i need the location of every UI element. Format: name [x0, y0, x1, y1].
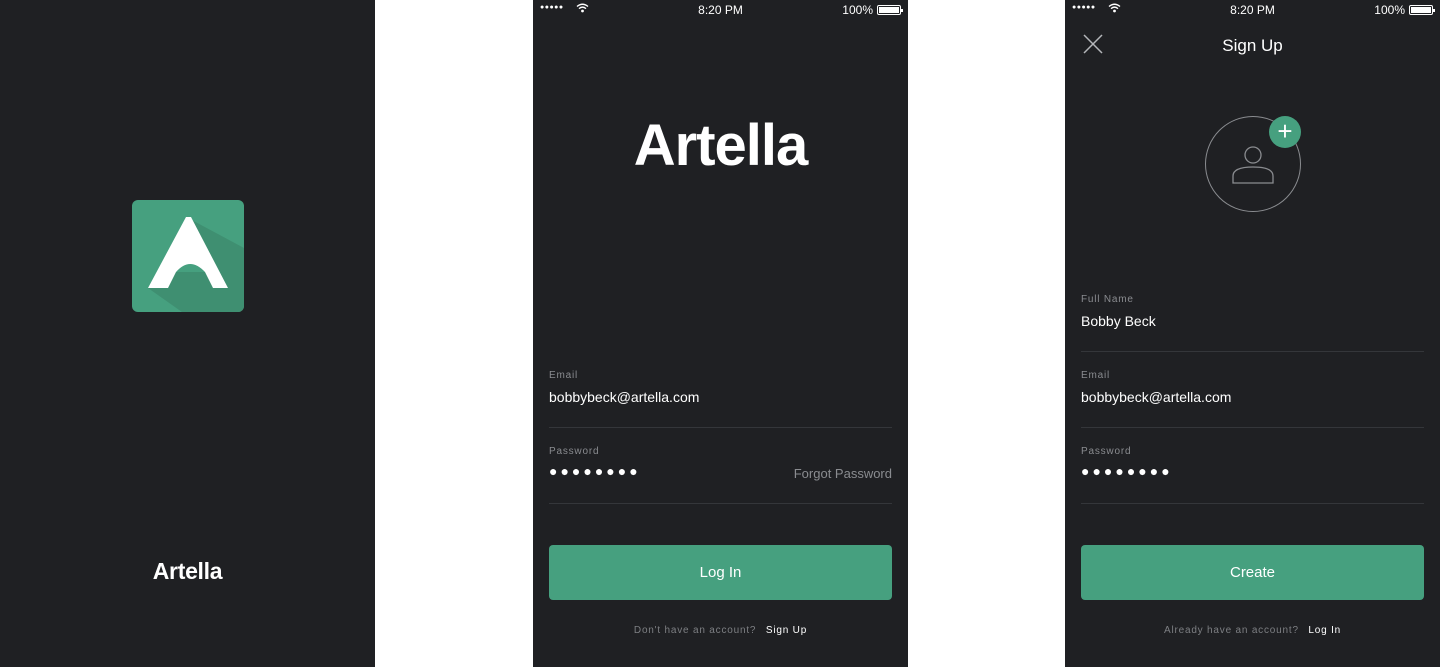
- password-label: Password: [1081, 446, 1132, 457]
- login-prompt: Already have an account? Log In: [1065, 625, 1440, 636]
- battery-icon: [877, 5, 903, 15]
- splash-brand-wordmark: Artella: [152, 558, 223, 584]
- email-label: Email: [1081, 370, 1111, 381]
- email-field[interactable]: Email bobbybeck@artella.com: [1081, 370, 1424, 428]
- full-name-input[interactable]: Bobby Beck: [1081, 313, 1156, 329]
- add-photo-button[interactable]: +: [1269, 116, 1301, 148]
- create-button[interactable]: Create: [1081, 545, 1424, 600]
- password-field[interactable]: Password ●●●●●●●● Forgot Password: [549, 446, 892, 504]
- status-bar: ●●●●● 8:20 PM 100%: [1065, 0, 1440, 20]
- status-bar: ●●●●● 8:20 PM 100%: [533, 0, 908, 20]
- login-button[interactable]: Log In: [549, 545, 892, 600]
- artella-app-icon: [132, 200, 244, 312]
- password-input[interactable]: ●●●●●●●●: [549, 463, 641, 479]
- email-field[interactable]: Email bobbybeck@artella.com: [549, 370, 892, 428]
- signup-link[interactable]: Sign Up: [766, 625, 807, 636]
- login-screen: ●●●●● 8:20 PM 100% Artella Email bobbybe…: [533, 0, 908, 667]
- signup-prompt: Don't have an account? Sign Up: [533, 625, 908, 636]
- password-field[interactable]: Password ●●●●●●●●: [1081, 446, 1424, 504]
- email-label: Email: [549, 370, 579, 381]
- artella-a-icon: [148, 217, 244, 312]
- password-input[interactable]: ●●●●●●●●: [1081, 463, 1173, 479]
- full-name-label: Full Name: [1081, 294, 1134, 305]
- splash-screen: Artella: [0, 0, 375, 667]
- email-input[interactable]: bobbybeck@artella.com: [1081, 389, 1231, 405]
- password-label: Password: [549, 446, 600, 457]
- full-name-field[interactable]: Full Name Bobby Beck: [1081, 294, 1424, 352]
- artella-logo: Artella: [633, 113, 809, 178]
- signup-title: Sign Up: [1222, 36, 1283, 55]
- login-link[interactable]: Log In: [1308, 625, 1341, 636]
- signup-prompt-text: Don't have an account?: [633, 625, 757, 636]
- battery-percent: 100%: [1374, 3, 1405, 17]
- battery-icon: [1409, 5, 1435, 15]
- forgot-password-link[interactable]: Forgot Password: [794, 466, 892, 481]
- signup-screen: ●●●●● 8:20 PM 100% Sign Up + Full Name B…: [1065, 0, 1440, 667]
- login-prompt-text: Already have an account?: [1163, 625, 1299, 636]
- battery-percent: 100%: [842, 3, 873, 17]
- email-input[interactable]: bobbybeck@artella.com: [549, 389, 699, 405]
- user-icon: [1232, 146, 1274, 184]
